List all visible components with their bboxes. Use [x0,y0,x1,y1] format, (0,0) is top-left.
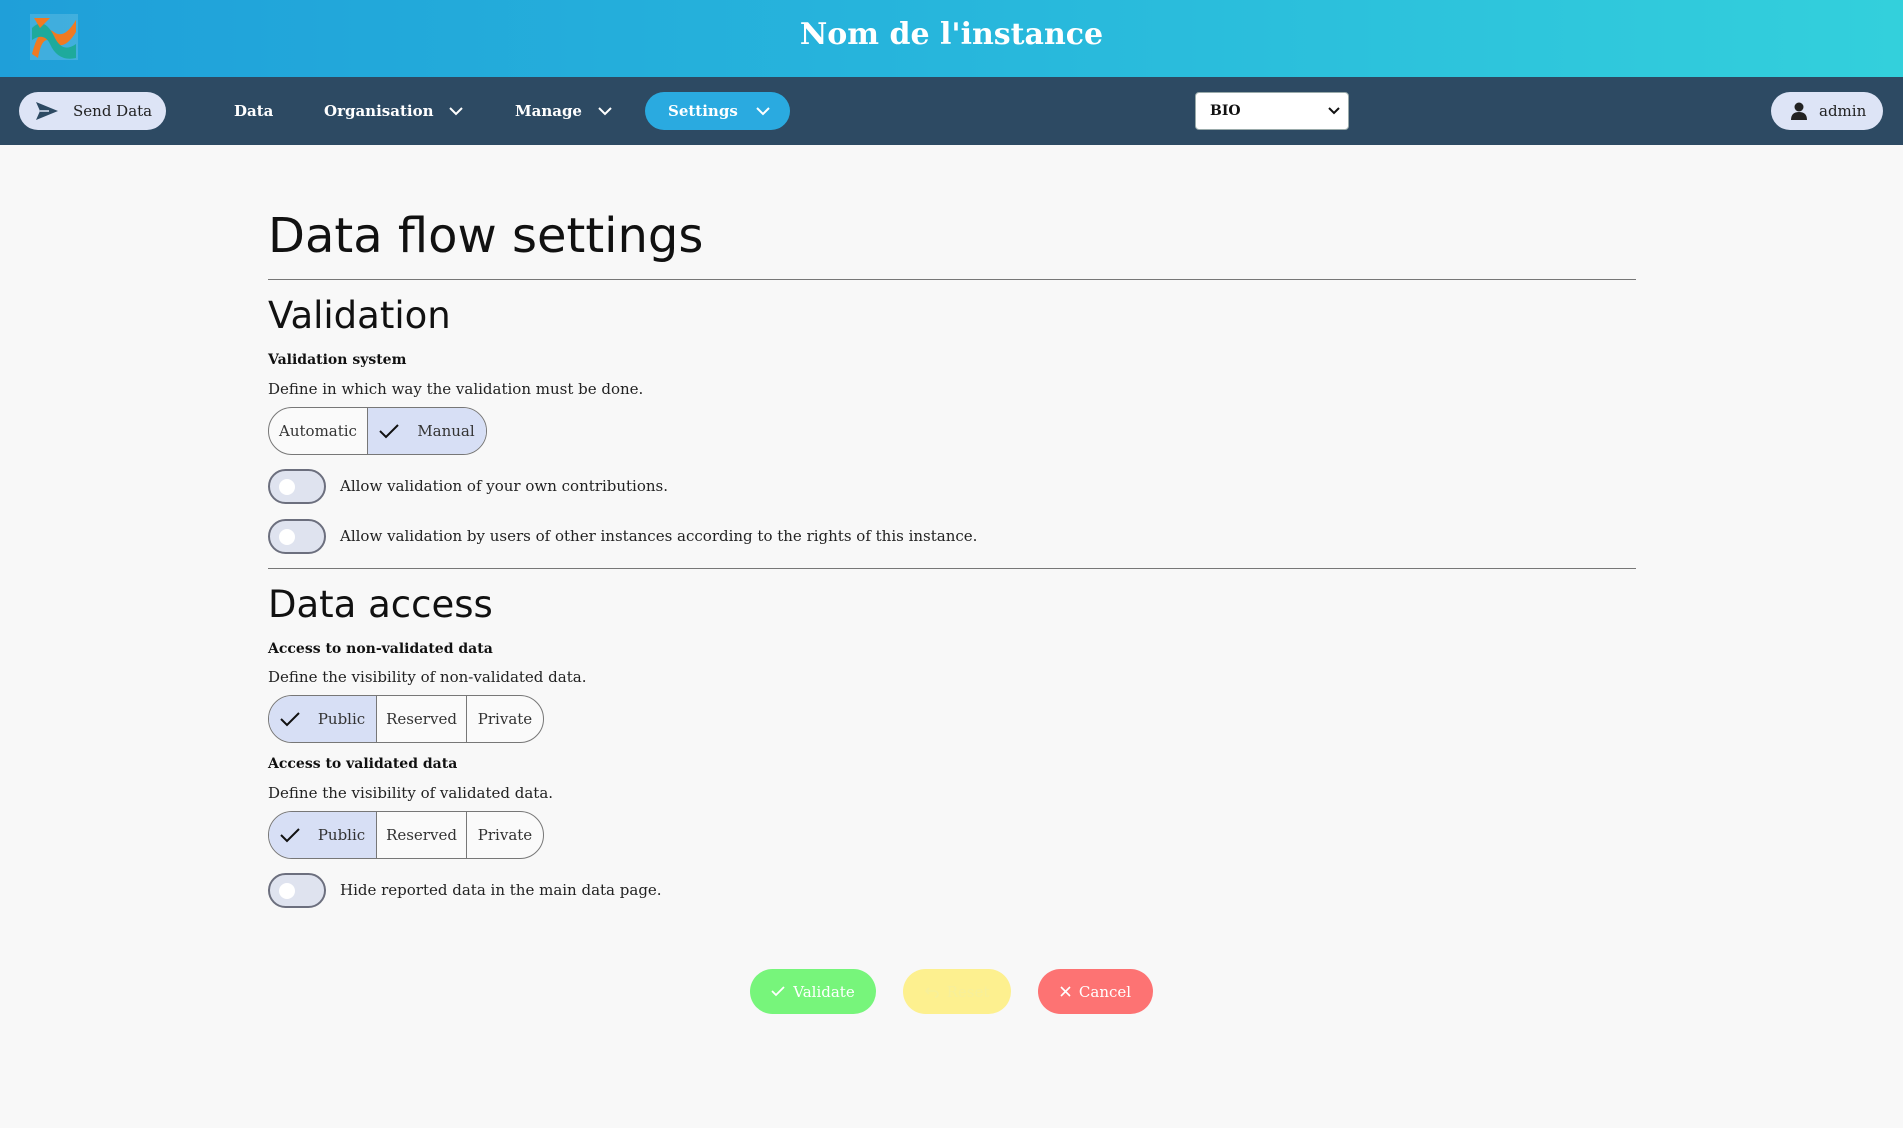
check-icon [280,828,300,843]
validated-access-description: Define the visibility of validated data. [268,784,554,802]
option-automatic[interactable]: Automatic [269,408,368,454]
option-label: Reserved [386,710,457,728]
check-icon [280,712,300,727]
nonvalidated-access-toggle-group: Public Reserved Private [268,695,544,743]
chevron-down-icon [598,106,612,115]
other-instances-switch[interactable] [268,518,326,554]
switch-knob [279,882,295,899]
instance-select-value: BIO [1210,103,1241,119]
nav-organisation-label: Organisation [324,102,434,120]
main-navbar: Send Data Data Organisation Manage Setti… [0,77,1903,145]
toggle-row-own-contributions: Allow validation of your own contributio… [268,468,668,504]
chevron-down-icon [756,106,770,115]
validation-system-description: Define in which way the validation must … [268,380,644,398]
own-contributions-label: Allow validation of your own contributio… [340,477,668,495]
chevron-down-icon [449,106,464,115]
nonvalidated-access-description: Define the visibility of non-validated d… [268,668,587,686]
instance-select[interactable]: BIO [1195,92,1349,130]
cancel-label: Cancel [1078,982,1132,1001]
section-title-validation: Validation [268,294,451,337]
send-data-label: Send Data [73,102,153,120]
undo-icon [924,986,939,998]
nav-settings-label: Settings [668,102,738,120]
option-label: Public [317,826,366,844]
reset-label: Reset [946,982,990,1001]
cancel-button[interactable]: Cancel [1038,969,1153,1014]
validated-access-label: Access to validated data [268,756,458,772]
option-label: Reserved [386,826,457,844]
user-icon [1791,102,1807,120]
toggle-row-hide-reported: Hide reported data in the main data page… [268,872,662,908]
option-reserved[interactable]: Reserved [377,696,467,742]
validate-button[interactable]: Validate [750,969,876,1014]
option-label: Private [477,710,533,728]
page-title: Data flow settings [268,208,704,264]
option-reserved[interactable]: Reserved [377,812,467,858]
section-title-data-access: Data access [268,583,493,626]
switch-knob [279,528,295,545]
nav-manage[interactable]: Manage [515,92,612,130]
instance-title: Nom de l'instance [799,17,1104,52]
validate-label: Validate [793,982,855,1001]
option-public[interactable]: Public [269,696,377,742]
nav-data[interactable]: Data [234,92,273,130]
option-private[interactable]: Private [467,696,543,742]
nonvalidated-access-label: Access to non-validated data [268,641,493,657]
send-data-button[interactable]: Send Data [19,92,166,130]
user-menu-button[interactable]: admin [1771,92,1883,130]
option-label: Public [317,710,366,728]
nav-settings[interactable]: Settings [645,92,790,130]
option-label: Manual [417,422,475,440]
nav-organisation[interactable]: Organisation [324,92,464,130]
other-instances-label: Allow validation by users of other insta… [340,527,978,545]
nav-manage-label: Manage [515,102,582,120]
nav-data-label: Data [234,102,274,120]
validation-system-label: Validation system [268,352,407,368]
option-label: Automatic [279,422,357,440]
validated-access-toggle-group: Public Reserved Private [268,811,544,859]
option-private[interactable]: Private [467,812,543,858]
hide-reported-switch[interactable] [268,872,326,908]
option-manual[interactable]: Manual [368,408,486,454]
check-icon [771,986,785,997]
divider [268,568,1636,569]
hide-reported-label: Hide reported data in the main data page… [340,881,662,899]
chevron-down-icon [1328,107,1340,115]
option-label: Private [477,826,533,844]
switch-knob [279,478,295,495]
app-header: Nom de l'instance [0,0,1903,77]
close-icon [1060,986,1071,997]
user-name: admin [1819,102,1867,120]
reset-button[interactable]: Reset [903,969,1011,1014]
divider [268,279,1636,280]
send-icon [36,102,58,120]
own-contributions-switch[interactable] [268,468,326,504]
validation-system-toggle-group: Automatic Manual [268,407,487,455]
toggle-row-other-instances: Allow validation by users of other insta… [268,518,977,554]
check-icon [379,424,400,439]
option-public[interactable]: Public [269,812,377,858]
